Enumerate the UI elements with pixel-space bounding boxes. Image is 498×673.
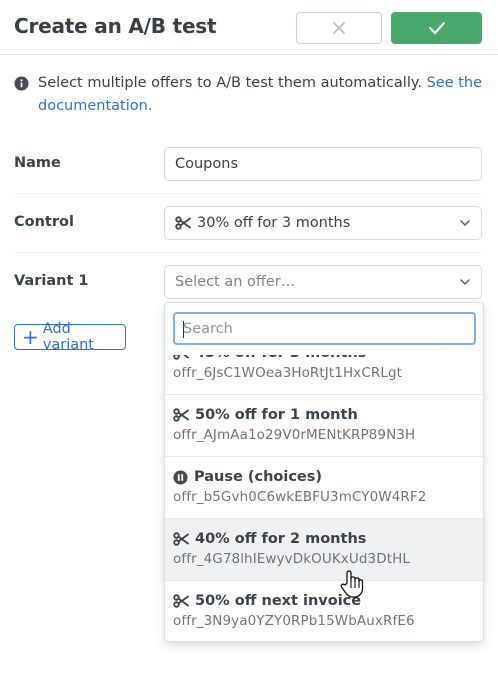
scissors-icon xyxy=(175,216,191,230)
confirm-button[interactable] xyxy=(391,12,482,44)
name-input[interactable]: Coupons xyxy=(164,147,482,181)
option-id: offr_4G78lhIEwyvDkOUKxUd3DtHL xyxy=(173,551,410,567)
add-variant-button[interactable]: + Add variant xyxy=(14,321,126,353)
chevron-down-icon xyxy=(460,279,470,286)
offer-dropdown[interactable]: 45% off for 3 months offr_6JsC1WOea3HoRt… xyxy=(164,302,484,642)
control-select-value: 30% off for 3 months xyxy=(197,215,351,231)
dropdown-option[interactable]: Pause (choices) offr_b5Gvh0C6wkEBFU3mCY0… xyxy=(165,457,483,519)
option-title: 40% off for 2 months xyxy=(195,531,367,547)
option-title: 50% off next invoice xyxy=(195,593,362,609)
dropdown-option[interactable]: 50% off for 1 month offr_AJmAa1o29V0rMEN… xyxy=(165,395,483,457)
plus-icon: + xyxy=(22,325,39,349)
hand-cursor-icon xyxy=(340,570,364,598)
name-label: Name xyxy=(14,155,61,171)
pause-icon xyxy=(173,469,188,485)
chevron-down-icon xyxy=(460,220,470,227)
add-variant-label: Add variant xyxy=(42,321,94,353)
scissors-icon xyxy=(173,408,189,422)
scissors-icon xyxy=(173,532,189,546)
info-text: Select multiple offers to A/B test them … xyxy=(38,75,422,91)
dropdown-option[interactable]: 50% off next invoice offr_3N9ya0YZY0RPb1… xyxy=(165,581,483,641)
name-input-value: Coupons xyxy=(175,156,239,172)
option-id: offr_3N9ya0YZY0RPb15WbAuxRfE6 xyxy=(173,613,415,629)
search-input[interactable] xyxy=(173,312,476,345)
info-message: Select multiple offers to A/B test them … xyxy=(14,72,484,118)
divider xyxy=(14,252,482,253)
divider xyxy=(14,193,482,194)
dropdown-option-hovered[interactable]: 40% off for 2 months offr_4G78lhIEwyvDkO… xyxy=(165,519,483,581)
cancel-button[interactable] xyxy=(296,12,382,44)
variant-select[interactable]: Select an offer… xyxy=(164,265,482,299)
scissors-icon xyxy=(173,594,189,608)
control-select[interactable]: 30% off for 3 months xyxy=(164,206,482,240)
option-title: Pause (choices) xyxy=(194,469,323,485)
close-icon xyxy=(333,22,345,34)
info-icon xyxy=(14,76,29,91)
variant-label: Variant 1 xyxy=(14,273,89,289)
option-title: 50% off for 1 month xyxy=(195,407,358,423)
header-bar: Create an A/B test xyxy=(0,0,498,55)
page-title: Create an A/B test xyxy=(14,14,217,38)
text-caret xyxy=(183,321,184,338)
option-id: offr_b5Gvh0C6wkEBFU3mCY0W4RF2 xyxy=(173,489,427,505)
option-id: offr_6JsC1WOea3HoRtJt1HxCRLgt xyxy=(173,365,403,381)
option-id: offr_AJmAa1o29V0rMENtKRP89N3H xyxy=(173,427,416,443)
variant-select-placeholder: Select an offer… xyxy=(175,274,296,290)
control-label: Control xyxy=(14,214,74,230)
check-icon xyxy=(428,21,445,35)
search-wrapper xyxy=(165,303,483,355)
